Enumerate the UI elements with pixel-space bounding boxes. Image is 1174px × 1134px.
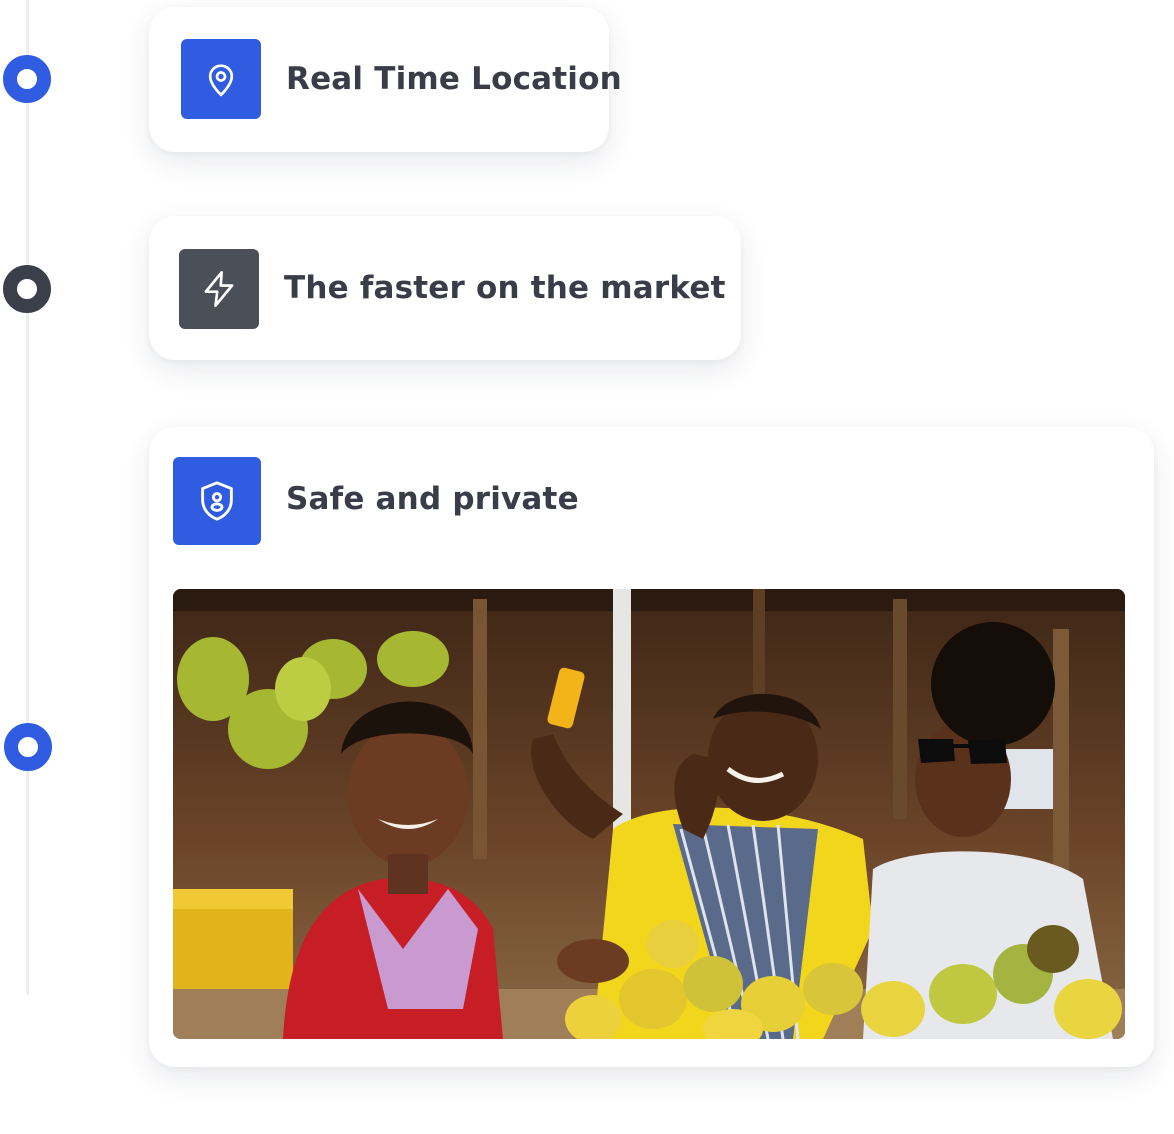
feature-card-speed[interactable]: The faster on the market	[149, 216, 741, 360]
feature-card-location[interactable]: Real Time Location	[149, 7, 622, 152]
feature-title: The faster on the market	[284, 270, 726, 306]
timeline-line	[26, 0, 29, 995]
feature-timeline: Real Time Location The faster on the mar…	[0, 0, 1174, 1134]
feature-title: Safe and private	[286, 481, 579, 517]
timeline-dot-location	[3, 55, 51, 103]
shield-user-icon	[173, 457, 261, 545]
timeline-dot-speed	[3, 265, 51, 313]
lightning-icon	[179, 249, 259, 329]
location-pin-icon	[181, 39, 261, 119]
feature-card-privacy[interactable]: Safe and private	[149, 427, 1154, 1067]
feature-title: Real Time Location	[286, 61, 622, 97]
market-stall-photo	[173, 589, 1125, 1039]
timeline-dot-privacy	[4, 723, 52, 771]
